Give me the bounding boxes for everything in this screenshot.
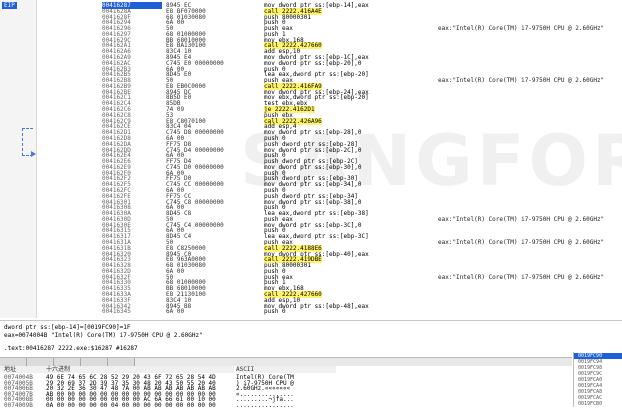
info-line-3: .text:00416287 2222.exe:$16287 #16287 <box>4 345 138 352</box>
disasm-row[interactable]: 00416345 6A 00 push 0 <box>36 308 622 315</box>
dump-address: 0074009B <box>4 402 33 409</box>
tab-dump-4[interactable] <box>81 358 108 366</box>
tab-dump-1[interactable] <box>0 358 27 366</box>
info-line-2: eax=0074004B "Intel(R) Core(TM) i7-9750H… <box>4 332 203 339</box>
disasm-address: 00416345 <box>102 308 131 316</box>
info-line-1: dword ptr ss:[ebp-14]=[0019FC90]=1F <box>4 324 131 331</box>
dump-ascii: ................ <box>236 402 294 409</box>
dump-header-hex[interactable]: 十六进制 <box>46 366 234 373</box>
dump-header-address[interactable]: 地址 <box>0 366 48 373</box>
tab-dump-3[interactable] <box>54 358 81 366</box>
disasm-bytes: 6A 00 <box>166 308 185 316</box>
dump-hex: 0A 00 00 00 00 00 04 00 00 00 00 00 00 0… <box>46 402 216 409</box>
eip-label: EIP <box>2 2 17 9</box>
dump-header-ascii[interactable]: ASCII <box>236 366 336 373</box>
memory-dump-pane[interactable]: 地址 十六进制 ASCII 0074004B 49 6E 74 65 6C 28 … <box>0 366 572 409</box>
disasm-instruction: push 0 <box>264 308 286 316</box>
stack-address[interactable]: 0019FCB0 <box>578 401 602 407</box>
tab-dump-5[interactable] <box>108 358 135 366</box>
info-pane: dword ptr ss:[ebp-14]=[0019FC90]=1F eax=… <box>0 320 622 357</box>
stack-pane[interactable]: 0019FC90 0019FC94 0019FC98 0019FC9C 0019FCA0… <box>573 352 622 407</box>
tab-dump-2[interactable] <box>27 358 54 366</box>
disassembly-pane[interactable]: EIP SANGFOR 00416287 8945 EC mov dword ptr… <box>0 0 622 318</box>
jump-gutter: EIP <box>0 0 37 318</box>
